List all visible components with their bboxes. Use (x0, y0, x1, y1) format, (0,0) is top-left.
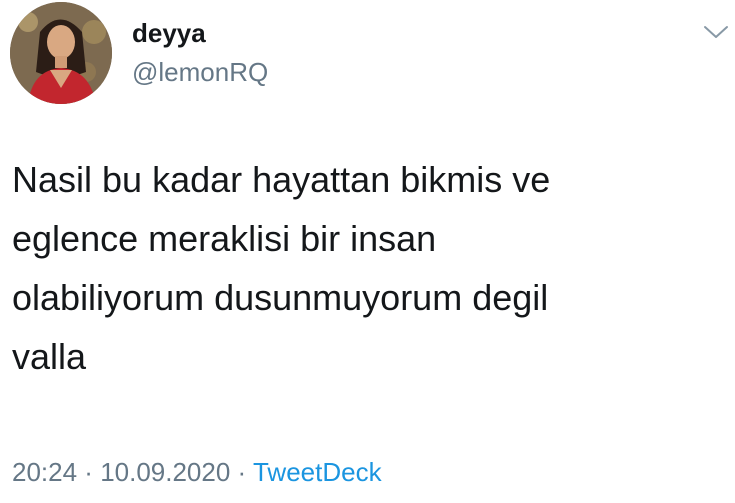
tweet-metadata: 20:24 · 10.09.2020 · TweetDeck (12, 456, 382, 488)
tweet-text-line: valla (12, 336, 87, 377)
display-name[interactable]: deyya (132, 18, 206, 48)
meta-separator: · (77, 457, 101, 487)
tweet-text: Nasil bu kadar hayattan bikmis ve eglenc… (12, 150, 712, 386)
tweet-text-line: eglence meraklisi bir insan (12, 218, 437, 259)
avatar[interactable] (10, 2, 112, 104)
avatar-photo (10, 2, 112, 104)
tweet-text-line: olabiliyorum dusunmuyorum degil (12, 277, 549, 318)
chevron-down-icon[interactable] (702, 22, 730, 42)
meta-separator: · (230, 457, 253, 487)
user-handle[interactable]: @lemonRQ (132, 57, 268, 87)
tweet-text-line: Nasil bu kadar hayattan bikmis ve (12, 159, 551, 200)
tweet-time[interactable]: 20:24 (12, 457, 77, 487)
tweet-source-link[interactable]: TweetDeck (253, 457, 382, 487)
tweet-date[interactable]: 10.09.2020 (100, 457, 230, 487)
